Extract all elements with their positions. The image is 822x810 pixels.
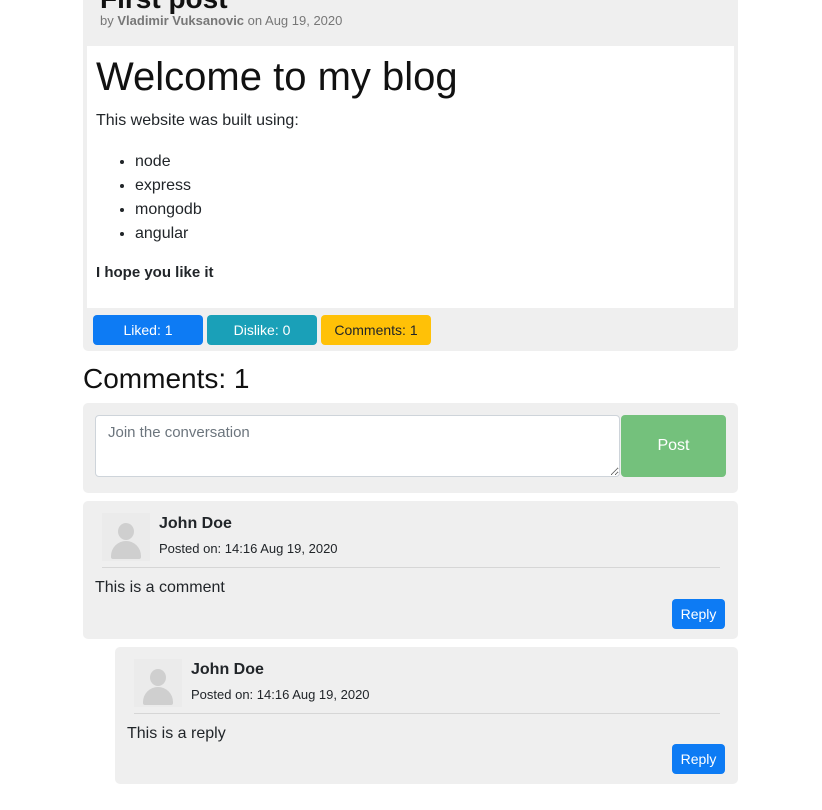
comment-timestamp: Posted on: 14:16 Aug 19, 2020 xyxy=(159,541,338,556)
comment-text: This is a comment xyxy=(95,579,225,596)
byline-prefix: by xyxy=(100,13,114,28)
post-title: First post xyxy=(100,0,228,14)
comment-author: John Doe xyxy=(159,515,232,532)
tech-list: node express mongodb angular xyxy=(96,150,202,246)
list-item: angular xyxy=(135,222,202,246)
comment-divider xyxy=(102,567,720,568)
list-item: express xyxy=(135,174,202,198)
avatar-body-shape xyxy=(143,687,173,705)
comments-count-button[interactable]: Comments: 1 xyxy=(321,315,431,345)
post-body: Welcome to my blog This website was buil… xyxy=(87,46,734,308)
post-date: on Aug 19, 2020 xyxy=(247,13,343,28)
post-comment-button[interactable]: Post xyxy=(621,415,726,477)
list-item: mongodb xyxy=(135,198,202,222)
avatar-head-shape xyxy=(118,523,134,540)
comment-input[interactable] xyxy=(95,415,620,477)
post-outro: I hope you like it xyxy=(96,264,214,281)
user-placeholder-icon xyxy=(102,513,150,561)
list-item: node xyxy=(135,150,202,174)
reply-text: This is a reply xyxy=(127,725,226,742)
reply-divider xyxy=(134,713,720,714)
like-button[interactable]: Liked: 1 xyxy=(93,315,203,345)
reply-button[interactable]: Reply xyxy=(672,599,725,629)
user-placeholder-icon xyxy=(134,659,182,707)
dislike-button[interactable]: Dislike: 0 xyxy=(207,315,317,345)
post-author: Vladimir Vuksanovic xyxy=(117,13,245,28)
reply-card: John Doe Posted on: 14:16 Aug 19, 2020 T… xyxy=(115,647,738,784)
avatar-body-shape xyxy=(111,541,141,559)
post-heading: Welcome to my blog xyxy=(96,55,458,99)
comment-card: John Doe Posted on: 14:16 Aug 19, 2020 T… xyxy=(83,501,738,639)
post-intro: This website was built using: xyxy=(96,112,299,129)
post-byline: by Vladimir Vuksanovic on Aug 19, 2020 xyxy=(100,13,342,28)
reply-button[interactable]: Reply xyxy=(672,744,725,774)
reply-author: John Doe xyxy=(191,661,264,678)
reply-timestamp: Posted on: 14:16 Aug 19, 2020 xyxy=(191,687,370,702)
comments-heading: Comments: 1 xyxy=(83,363,250,394)
avatar-head-shape xyxy=(150,669,166,686)
